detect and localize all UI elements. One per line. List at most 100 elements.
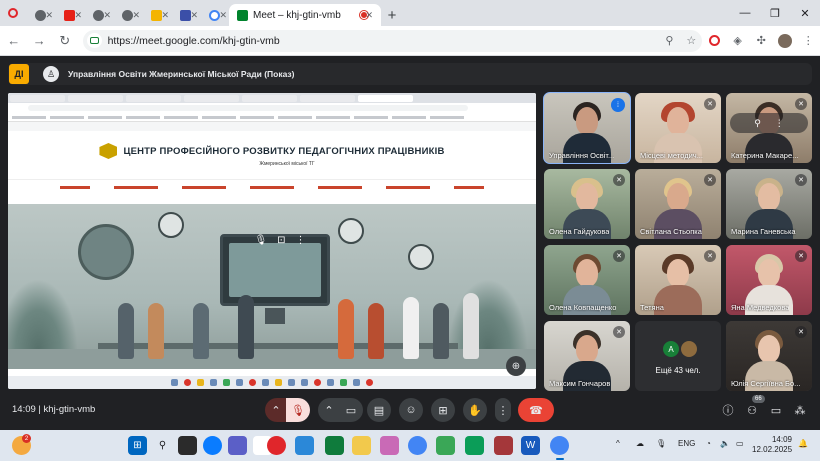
microphone-toggle-button[interactable]: 🎙: [286, 398, 310, 422]
teams-icon[interactable]: [228, 436, 247, 455]
app-icon[interactable]: [325, 436, 344, 455]
access-icon[interactable]: [494, 436, 513, 455]
pin-icon[interactable]: ⊡: [277, 235, 285, 246]
tab-close-icon[interactable]: ✕: [365, 10, 373, 21]
browser-tab[interactable]: ✕: [142, 4, 171, 26]
address-bar[interactable]: https://meet.google.com/khj-gtin-vmb ⚲ ☆: [82, 29, 703, 52]
participant-tile[interactable]: ✕ Максим Гончаров: [544, 321, 630, 391]
meeting-code: khj-gtin-vmb: [43, 404, 96, 415]
back-button[interactable]: ←: [2, 29, 26, 53]
leave-call-button[interactable]: ☎: [518, 398, 554, 422]
shared-screen[interactable]: ЦЕНТР ПРОФЕСІЙНОГО РОЗВИТКУ ПЕДАГОГІЧНИХ…: [8, 93, 536, 389]
notifications-icon[interactable]: 🔔: [798, 439, 808, 448]
more-options-icon[interactable]: ⋮: [775, 118, 784, 129]
participant-tile[interactable]: ⁞ Управління Освіт...: [543, 92, 631, 164]
participant-tile[interactable]: ✕ Олена Гайдукова: [544, 169, 630, 239]
participant-tile[interactable]: ⚲ ⋮ ✕ Катерина Макаре...: [726, 93, 812, 163]
tab-close-icon[interactable]: ✕: [132, 10, 140, 21]
profile-avatar[interactable]: [773, 33, 797, 48]
start-icon[interactable]: ⊞: [128, 436, 147, 455]
new-tab-button[interactable]: +: [381, 4, 403, 26]
volume-icon[interactable]: 🔈: [720, 439, 730, 448]
file-explorer-icon[interactable]: [352, 436, 371, 455]
tab-close-icon[interactable]: ✕: [161, 10, 169, 21]
opera-logo-icon: [8, 8, 18, 18]
more-options-button[interactable]: ⋮: [495, 398, 511, 422]
pin-icon[interactable]: ⚲: [754, 118, 761, 129]
search-icon[interactable]: ⚲: [153, 436, 172, 455]
raise-hand-button[interactable]: ✋: [463, 398, 487, 422]
camera-toggle-button[interactable]: ▭: [339, 398, 363, 422]
participant-tile[interactable]: ✕ Олена Ковпащенко: [544, 245, 630, 315]
browser-tab[interactable]: ✕: [200, 4, 229, 26]
language-indicator[interactable]: ENG: [678, 439, 695, 448]
audio-options-button[interactable]: ⌃: [265, 398, 287, 422]
present-screen-button[interactable]: ⊞: [431, 398, 455, 422]
bookmark-star-icon[interactable]: ☆: [680, 34, 702, 47]
tab-close-icon[interactable]: ✕: [45, 10, 53, 21]
download-icon[interactable]: [436, 436, 455, 455]
url-text[interactable]: https://meet.google.com/khj-gtin-vmb: [108, 35, 659, 47]
edge-icon[interactable]: [295, 436, 314, 455]
cloud-icon[interactable]: ☁: [636, 439, 644, 448]
copilot-icon[interactable]: [203, 436, 222, 455]
participant-tile[interactable]: ✕ Яна Медведкова: [726, 245, 812, 315]
love-app-icon[interactable]: [380, 436, 399, 455]
system-clock[interactable]: 14:09 12.02.2025: [752, 435, 792, 455]
task-view-icon[interactable]: [178, 436, 197, 455]
zoom-presentation-button[interactable]: ⊕: [506, 356, 526, 376]
browser-tab[interactable]: ✕: [84, 4, 113, 26]
browser-tab[interactable]: ✕: [55, 4, 84, 26]
word-icon[interactable]: W: [521, 436, 540, 455]
close-window-button[interactable]: ✕: [790, 0, 820, 26]
tab-close-icon[interactable]: ✕: [74, 10, 82, 21]
wifi-icon[interactable]: ◔: [706, 439, 711, 448]
chat-button[interactable]: ▭: [768, 402, 784, 418]
speaking-indicator-icon: ⁞: [611, 98, 625, 112]
people-button[interactable]: ⚇: [744, 402, 760, 418]
participant-tile[interactable]: ✕ Тетяна: [635, 245, 721, 315]
tray-mic-icon[interactable]: 🎙: [656, 439, 666, 448]
site-nav: [8, 179, 536, 195]
tab-close-icon[interactable]: ✕: [190, 10, 198, 21]
extension-icon[interactable]: ◈: [726, 34, 750, 47]
site-info-icon[interactable]: [86, 33, 102, 48]
participant-tile[interactable]: ✕ Світлана Стьопка: [635, 169, 721, 239]
reactions-button[interactable]: ☺: [399, 398, 423, 422]
tab-close-icon[interactable]: ✕: [219, 10, 227, 21]
captions-button[interactable]: ▤: [367, 398, 391, 422]
chrome-icon[interactable]: [408, 436, 427, 455]
youtube-icon: [64, 9, 75, 21]
chrome-active-icon[interactable]: [550, 436, 569, 460]
browser-tab[interactable]: ✕: [113, 4, 142, 26]
forward-button[interactable]: →: [28, 29, 52, 53]
opera-menu-icon[interactable]: [0, 0, 26, 26]
browser-tab[interactable]: ✕: [171, 4, 200, 26]
participant-tile[interactable]: ✕ Місцеві методич...: [635, 93, 721, 163]
participant-tile[interactable]: ✕ Юлія Сергіївна Бо...: [726, 321, 812, 391]
battery-icon[interactable]: ▭: [736, 439, 744, 448]
minimize-button[interactable]: —: [730, 0, 760, 26]
tray-chevron-icon[interactable]: ^: [616, 439, 620, 448]
more-participants-tile[interactable]: A Ещё 43 чел.: [635, 321, 721, 391]
participant-name: Яна Медведкова: [731, 303, 790, 312]
reload-button[interactable]: ↻: [53, 29, 77, 53]
meeting-details-button[interactable]: ⓘ: [720, 402, 736, 418]
participant-tile[interactable]: ✕ Марина Ганевська: [726, 169, 812, 239]
presenter-icon: ♙: [43, 66, 59, 82]
video-options-button[interactable]: ⌃: [318, 398, 340, 422]
browser-menu-icon[interactable]: ⋮: [796, 34, 820, 47]
restore-button[interactable]: ❐: [760, 0, 790, 26]
tab-close-icon[interactable]: ✕: [103, 10, 111, 21]
opera-taskbar-icon[interactable]: [267, 436, 286, 455]
extensions-puzzle-icon[interactable]: ✣: [749, 34, 773, 47]
opera-extension-icon[interactable]: [702, 35, 726, 46]
more-options-icon[interactable]: ⋮: [296, 235, 306, 246]
mic-off-icon: ✕: [795, 250, 807, 262]
greenshot-icon[interactable]: [465, 436, 484, 455]
activities-button[interactable]: ⁂: [792, 402, 808, 418]
browser-tab-active[interactable]: Meet – khj-gtin-vmb ✕: [229, 4, 381, 26]
browser-tab[interactable]: ✕: [26, 4, 55, 26]
zoom-icon[interactable]: ⚲: [658, 34, 680, 47]
mic-off-icon[interactable]: 🎙: [254, 235, 267, 246]
